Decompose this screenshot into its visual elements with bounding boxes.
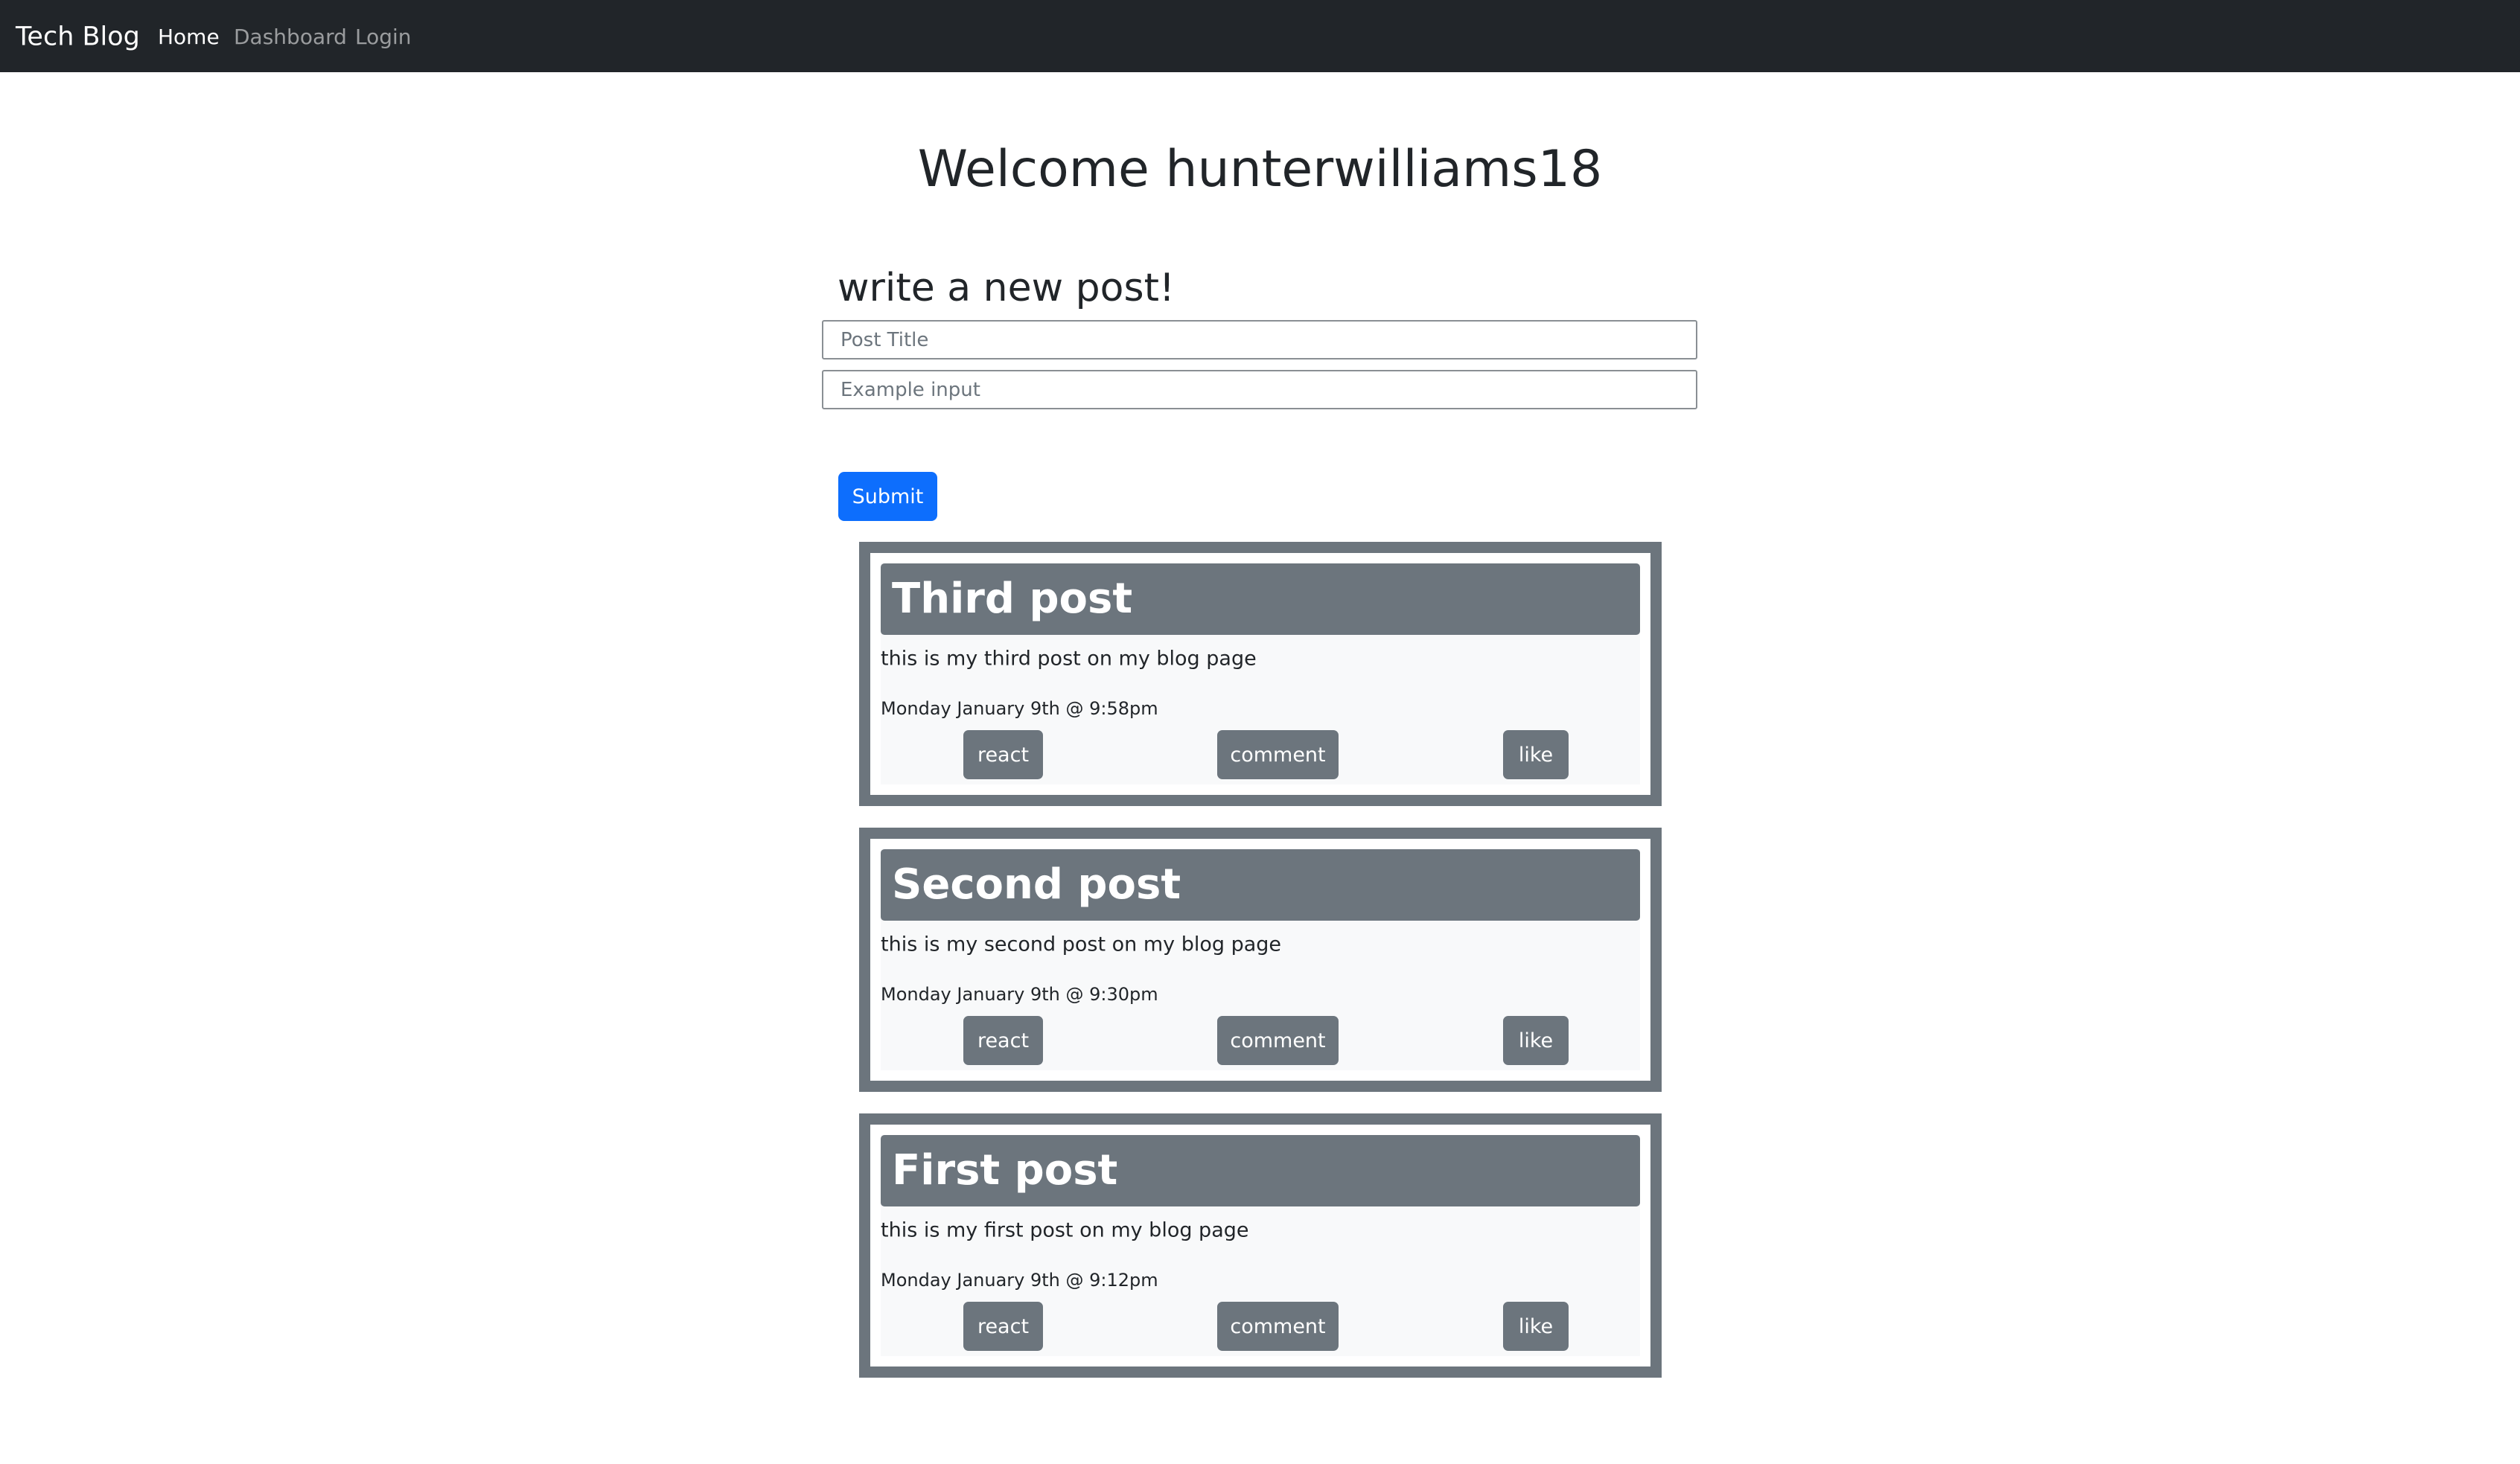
new-post-heading: write a new post! bbox=[838, 266, 1175, 310]
nav-link-home[interactable]: Home bbox=[158, 27, 220, 48]
post-header: First post bbox=[881, 1135, 1640, 1206]
submit-button[interactable]: Submit bbox=[838, 472, 937, 521]
nav-link-dashboard[interactable]: Dashboard bbox=[234, 27, 347, 48]
post-date: Monday January 9th @ 9:58pm bbox=[881, 698, 1158, 719]
post-title: First post bbox=[892, 1146, 1118, 1195]
post-title: Third post bbox=[892, 575, 1133, 623]
react-button[interactable]: react bbox=[963, 1302, 1043, 1351]
comment-button[interactable]: comment bbox=[1217, 1016, 1339, 1065]
post-body: this is my third post on my blog page bbox=[881, 647, 1257, 671]
post-body: this is my second post on my blog page bbox=[881, 933, 1282, 956]
comment-button[interactable]: comment bbox=[1217, 1302, 1339, 1351]
post-card: Second post this is my second post on my… bbox=[859, 828, 1662, 1092]
post-body: this is my first post on my blog page bbox=[881, 1218, 1249, 1242]
comment-button[interactable]: comment bbox=[1217, 730, 1339, 779]
post-header: Third post bbox=[881, 563, 1640, 635]
nav-link-login[interactable]: Login bbox=[355, 27, 412, 48]
post-card: Third post this is my third post on my b… bbox=[859, 542, 1662, 806]
post-body-input[interactable] bbox=[822, 370, 1697, 409]
react-button[interactable]: react bbox=[963, 730, 1043, 779]
post-card: First post this is my first post on my b… bbox=[859, 1113, 1662, 1378]
post-header: Second post bbox=[881, 849, 1640, 921]
page-title: Welcome hunterwilliams18 bbox=[917, 140, 1603, 199]
post-title: Second post bbox=[892, 860, 1181, 909]
post-date: Monday January 9th @ 9:12pm bbox=[881, 1270, 1158, 1291]
like-button[interactable]: like bbox=[1503, 1016, 1569, 1065]
post-date: Monday January 9th @ 9:30pm bbox=[881, 984, 1158, 1005]
brand-link[interactable]: Tech Blog bbox=[16, 24, 140, 51]
like-button[interactable]: like bbox=[1503, 730, 1569, 779]
like-button[interactable]: like bbox=[1503, 1302, 1569, 1351]
navbar: Tech Blog Home Dashboard Login bbox=[0, 0, 2520, 72]
post-title-input[interactable] bbox=[822, 320, 1697, 359]
react-button[interactable]: react bbox=[963, 1016, 1043, 1065]
